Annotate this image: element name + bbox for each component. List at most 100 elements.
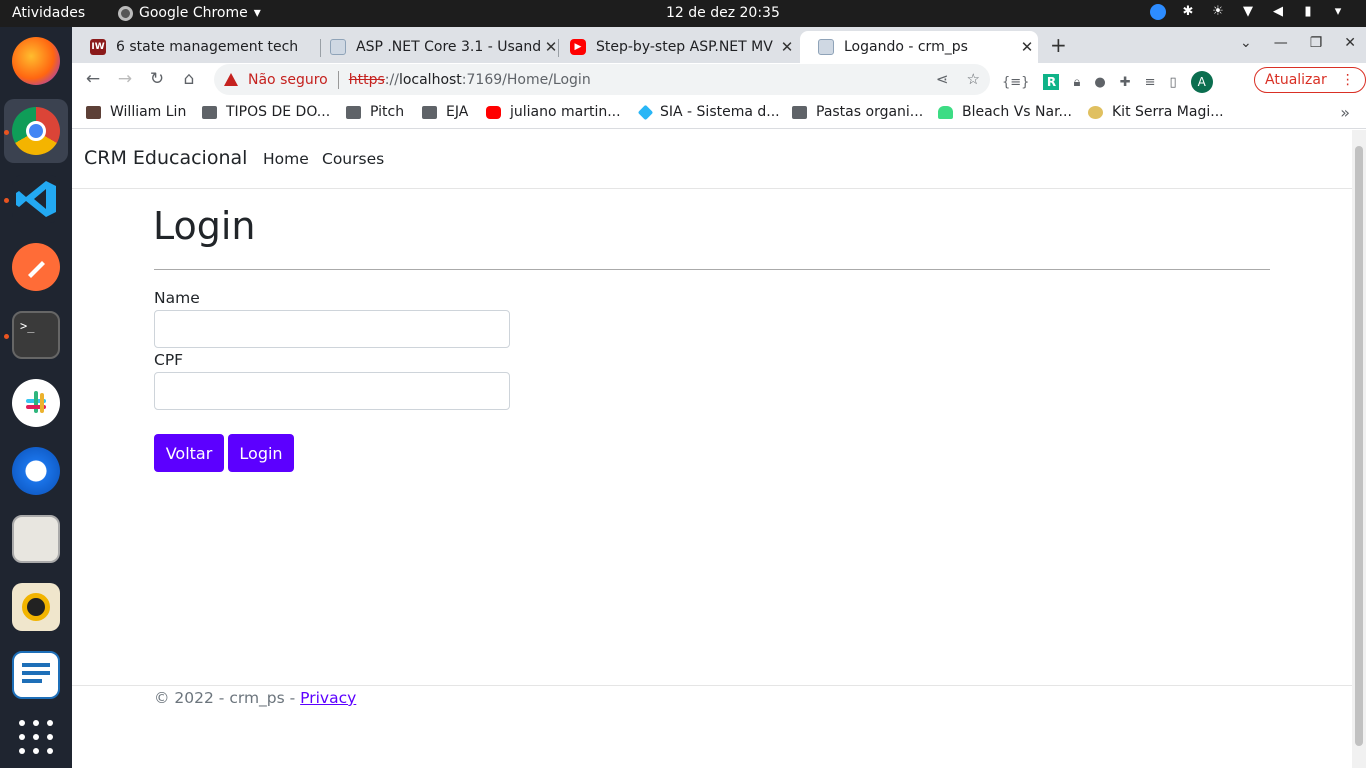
close-tab-icon[interactable]: ✕: [776, 38, 798, 56]
privacy-link[interactable]: Privacy: [300, 689, 356, 707]
wifi-icon[interactable]: ▼: [1240, 4, 1256, 20]
brightness-icon[interactable]: ☀: [1210, 4, 1226, 20]
bookmark-tipos-de-do[interactable]: TIPOS DE DO...: [202, 104, 330, 120]
name-input[interactable]: [154, 310, 510, 348]
folder-icon: [346, 105, 361, 119]
login-button[interactable]: Login: [228, 434, 294, 472]
site-brand[interactable]: CRM Educacional: [84, 147, 247, 169]
terminal-icon[interactable]: >_: [12, 311, 60, 359]
bookmark-bleach[interactable]: Bleach Vs Nar...: [938, 104, 1072, 120]
chrome-window: IW 6 state management tech ASP .NET Core…: [72, 27, 1366, 768]
system-tray[interactable]: ✱ ☀ ▼ ◀ ▮ ▾: [1150, 4, 1346, 20]
lock-extension-icon[interactable]: 🔒︎: [1073, 75, 1080, 90]
folder-icon: [422, 105, 437, 119]
tab-aspnet-core[interactable]: ASP .NET Core 3.1 - Usand ✕: [312, 31, 562, 63]
bookmark-label: Kit Serra Magi...: [1112, 104, 1224, 120]
reload-icon[interactable]: ↻: [146, 69, 168, 89]
profile-avatar[interactable]: A: [1190, 71, 1213, 93]
forward-icon[interactable]: →: [114, 69, 136, 89]
william-lin-icon: [86, 105, 101, 119]
new-tab-button[interactable]: +: [1050, 33, 1067, 57]
tab-title: Step-by-step ASP.NET MV: [596, 39, 773, 55]
page-icon: [818, 39, 834, 55]
title-divider: [154, 269, 1270, 270]
bookmark-william-lin[interactable]: William Lin: [86, 104, 186, 120]
bookmark-label: TIPOS DE DO...: [226, 104, 331, 120]
name-label: Name: [154, 289, 200, 307]
slack-tray-icon[interactable]: ✱: [1180, 4, 1196, 20]
kebab-menu-icon[interactable]: ⋮: [1341, 72, 1355, 88]
close-window-icon[interactable]: ✕: [1344, 35, 1356, 51]
youtube-icon: ▶: [570, 39, 586, 55]
iw-icon: IW: [90, 39, 106, 55]
postman-icon[interactable]: [12, 243, 60, 291]
libreoffice-writer-icon[interactable]: [12, 651, 60, 699]
bookmark-eja[interactable]: EJA: [422, 104, 468, 120]
bookmark-pastas[interactable]: Pastas organi...: [792, 104, 923, 120]
minimize-icon[interactable]: —: [1274, 35, 1288, 51]
browser-toolbar: ← → ↻ ⌂ Não seguro https://localhost:716…: [72, 63, 1366, 97]
home-icon[interactable]: ⌂: [178, 69, 200, 89]
bookmark-pitch[interactable]: Pitch: [346, 104, 404, 120]
chevron-down-icon: ▾: [253, 5, 261, 21]
tab-strip: IW 6 state management tech ASP .NET Core…: [72, 27, 1366, 63]
update-button[interactable]: Atualizar ⋮: [1254, 67, 1366, 93]
app-menu[interactable]: Google Chrome ▾: [118, 5, 261, 21]
bookmark-juliano[interactable]: juliano martin...: [486, 104, 621, 120]
bookmark-star-icon[interactable]: ☆: [967, 70, 980, 88]
tab-logando-active[interactable]: Logando - crm_ps ✕: [800, 31, 1038, 63]
omnibox-divider: [337, 70, 339, 89]
vscode-icon[interactable]: [12, 175, 60, 223]
omnibox-actions: ⋖ ☆: [936, 70, 980, 88]
zoom-icon[interactable]: [1150, 4, 1166, 20]
share-icon[interactable]: ⋖: [936, 70, 949, 88]
tab-search-icon[interactable]: ⌄: [1240, 35, 1252, 51]
page-scrollbar[interactable]: [1352, 130, 1366, 768]
bookmarks-overflow-icon[interactable]: »: [1340, 103, 1350, 122]
files-icon[interactable]: [12, 515, 60, 563]
r-extension-icon[interactable]: R: [1043, 74, 1060, 90]
bookmark-kit-serra[interactable]: Kit Serra Magi...: [1088, 104, 1224, 120]
cpf-label: CPF: [154, 351, 184, 369]
power-menu-icon[interactable]: ▾: [1330, 4, 1346, 20]
volume-icon[interactable]: ◀: [1270, 4, 1286, 20]
site-footer: © 2022 - crm_ps - Privacy: [72, 685, 1352, 768]
scrollbar-thumb[interactable]: [1355, 146, 1363, 746]
app-name: Google Chrome: [139, 5, 248, 21]
back-icon[interactable]: ←: [82, 69, 104, 89]
side-panel-icon[interactable]: ▯: [1170, 75, 1177, 90]
clock[interactable]: 12 de dez 20:35: [666, 5, 780, 21]
bookmark-label: Bleach Vs Nar...: [962, 104, 1072, 120]
chrome-icon[interactable]: [12, 107, 60, 155]
tomato-extension-icon[interactable]: ●: [1094, 75, 1105, 90]
warning-icon[interactable]: [224, 73, 238, 86]
thunderbird-icon[interactable]: [12, 447, 60, 495]
battery-icon[interactable]: ▮: [1300, 4, 1316, 20]
page-viewport: CRM Educacional Home Courses Login Name …: [72, 130, 1352, 768]
address-bar[interactable]: Não seguro https://localhost:7169/Home/L…: [214, 64, 990, 95]
url-host: localhost: [398, 71, 462, 88]
nav-home[interactable]: Home: [263, 150, 309, 168]
bookmark-label: SIA - Sistema d...: [660, 104, 780, 120]
json-viewer-icon[interactable]: {≡}: [1002, 75, 1029, 90]
tab-title: ASP .NET Core 3.1 - Usand: [356, 39, 540, 55]
security-label[interactable]: Não seguro: [248, 72, 328, 88]
back-button[interactable]: Voltar: [154, 434, 224, 472]
tab-state-management[interactable]: IW 6 state management tech: [72, 31, 322, 63]
rhythmbox-icon[interactable]: [12, 583, 60, 631]
bookmark-sia[interactable]: SIA - Sistema d...: [637, 104, 780, 120]
tab-step-by-step[interactable]: ▶ Step-by-step ASP.NET MV ✕: [552, 31, 798, 63]
close-tab-icon[interactable]: ✕: [1016, 38, 1038, 56]
firefox-icon[interactable]: [12, 37, 60, 85]
activities-button[interactable]: Atividades: [12, 5, 85, 21]
bookmark-label: EJA: [446, 104, 469, 120]
reading-list-icon[interactable]: ≡: [1145, 75, 1156, 90]
puzzle-icon[interactable]: ✚: [1120, 75, 1131, 90]
folder-icon: [792, 105, 807, 119]
slack-icon[interactable]: [12, 379, 60, 427]
window-controls: ⌄ — ❐ ✕: [1240, 35, 1356, 51]
show-apps-icon[interactable]: [12, 717, 60, 765]
restore-icon[interactable]: ❐: [1310, 35, 1323, 51]
nav-courses[interactable]: Courses: [322, 150, 384, 168]
cpf-input[interactable]: [154, 372, 510, 410]
